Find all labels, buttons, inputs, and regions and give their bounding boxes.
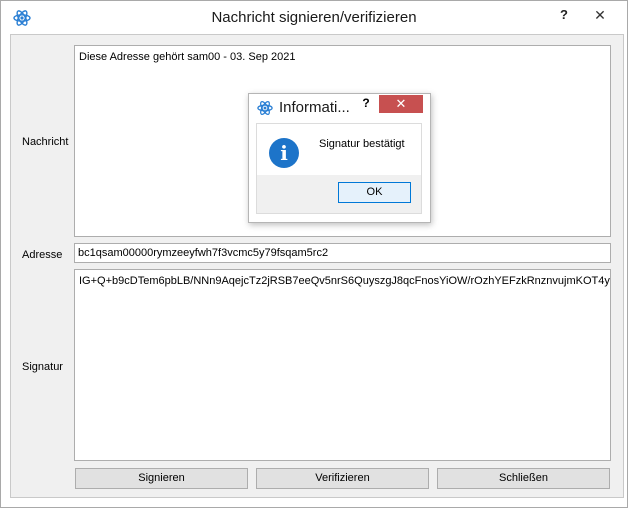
window-title: Nachricht signieren/verifizieren xyxy=(211,9,417,26)
sign-button[interactable]: Signieren xyxy=(75,468,248,489)
atom-icon xyxy=(257,101,273,115)
info-icon: i xyxy=(269,138,299,168)
dialog-help-button[interactable]: ? xyxy=(359,96,373,110)
dialog-content: i Signatur bestätigt xyxy=(257,124,421,175)
window-close-button[interactable]: ✕ xyxy=(578,5,622,25)
help-button[interactable]: ? xyxy=(552,5,576,25)
verify-button[interactable]: Verifizieren xyxy=(256,468,429,489)
dialog-body: i Signatur bestätigt OK xyxy=(256,123,422,214)
address-field[interactable]: bc1qsam00000rymzeeyfwh7f3vcmc5y79fsqam5r… xyxy=(74,243,611,263)
signature-textarea[interactable]: IG+Q+b9cDTem6pbLB/NNn9AqejcTz2jRSB7eeQv5… xyxy=(74,269,611,461)
title-bar[interactable]: Nachricht signieren/verifizieren ? ✕ xyxy=(1,1,627,34)
address-label: Adresse xyxy=(22,249,63,261)
close-button[interactable]: Schließen xyxy=(437,468,610,489)
sign-verify-window: Nachricht signieren/verifizieren ? ✕ Nac… xyxy=(0,0,628,508)
dialog-message: Signatur bestätigt xyxy=(319,138,405,150)
ok-button[interactable]: OK xyxy=(338,182,411,203)
information-dialog: Informati... ? ✕ i Signatur bestätigt OK xyxy=(248,93,431,223)
dialog-close-button[interactable]: ✕ xyxy=(379,95,423,113)
dialog-title: Informati... xyxy=(279,99,350,116)
message-label: Nachricht xyxy=(22,136,69,148)
signature-label: Signatur xyxy=(22,361,63,373)
